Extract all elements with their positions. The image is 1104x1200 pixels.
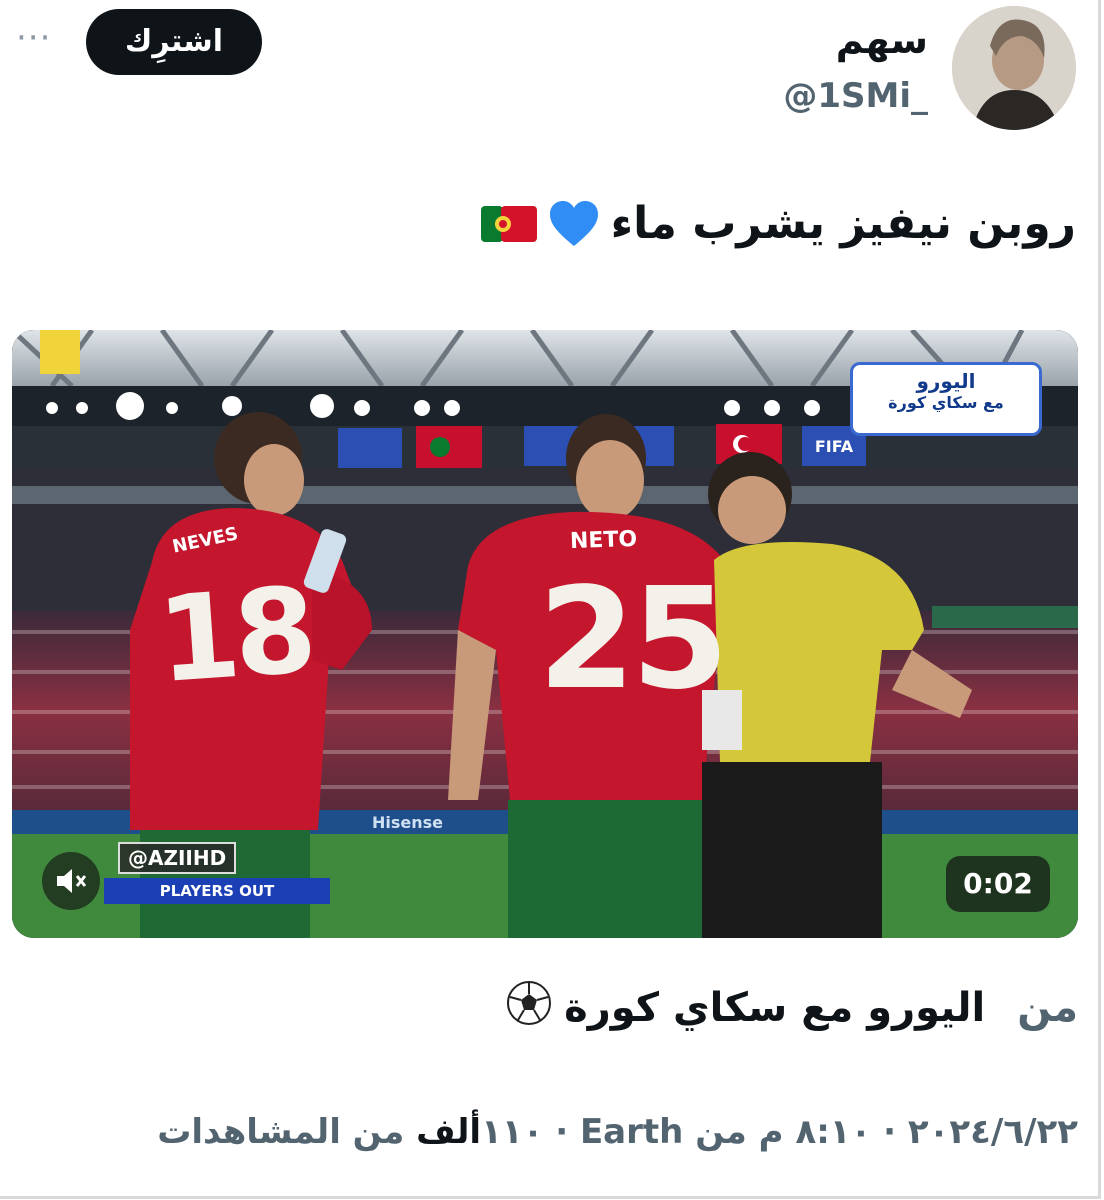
source-attribution: من اليورو مع سكاي كورة xyxy=(506,980,1078,1036)
jersey-number-front: 25 xyxy=(538,558,729,721)
speaker-muted-icon[interactable] xyxy=(42,852,100,910)
view-count: ألف xyxy=(416,1112,482,1152)
from-label: من xyxy=(1017,985,1078,1031)
source-name: اليورو مع سكاي كورة xyxy=(564,985,986,1031)
svg-text:Hisense: Hisense xyxy=(372,813,443,832)
badge-line-2: مع سكاي كورة xyxy=(888,393,1004,412)
blue-heart-icon xyxy=(547,199,601,249)
svg-text:FIFA: FIFA xyxy=(815,437,854,456)
avatar-image xyxy=(952,6,1076,130)
portugal-flag-icon xyxy=(480,204,537,244)
subscribe-button[interactable]: اشترِك xyxy=(86,9,262,75)
video-duration: 0:02 xyxy=(946,856,1050,912)
jersey-name-front: NETO xyxy=(569,526,638,555)
jersey-number-left: 18 xyxy=(153,560,315,710)
author-handle[interactable]: @1SMi_ xyxy=(783,76,928,116)
views-label: من المشاهدات xyxy=(157,1112,417,1152)
soccer-ball-icon xyxy=(506,980,552,1036)
more-options-icon[interactable]: ··· xyxy=(16,18,51,58)
channel-logo-badge: اليورو مع سكاي كورة xyxy=(850,362,1042,436)
timestamp-and-location[interactable]: ٢٠٢٤/٦/٢٢ · ٨:١٠ م من Earth · ١١٠ xyxy=(481,1112,1078,1152)
tweet-text-row: روبن نيفيز يشرب ماء xyxy=(480,198,1076,249)
author-avatar[interactable] xyxy=(952,6,1076,130)
post-metadata: ٢٠٢٤/٦/٢٢ · ٨:١٠ م من Earth · ١١٠ألف من … xyxy=(157,1112,1078,1152)
source-link[interactable]: اليورو مع سكاي كورة xyxy=(506,980,985,1036)
video-player[interactable]: FIFA Hisense اليورو مع سكاي كورة NETO 25… xyxy=(12,330,1078,938)
tweet-text: روبن نيفيز يشرب ماء xyxy=(610,198,1076,249)
broadcast-caption: PLAYERS OUT xyxy=(104,878,330,904)
video-watermark: @AZIIHD xyxy=(118,842,237,874)
author-display-name[interactable]: سهم xyxy=(836,18,928,62)
badge-line-1: اليورو xyxy=(916,369,976,393)
